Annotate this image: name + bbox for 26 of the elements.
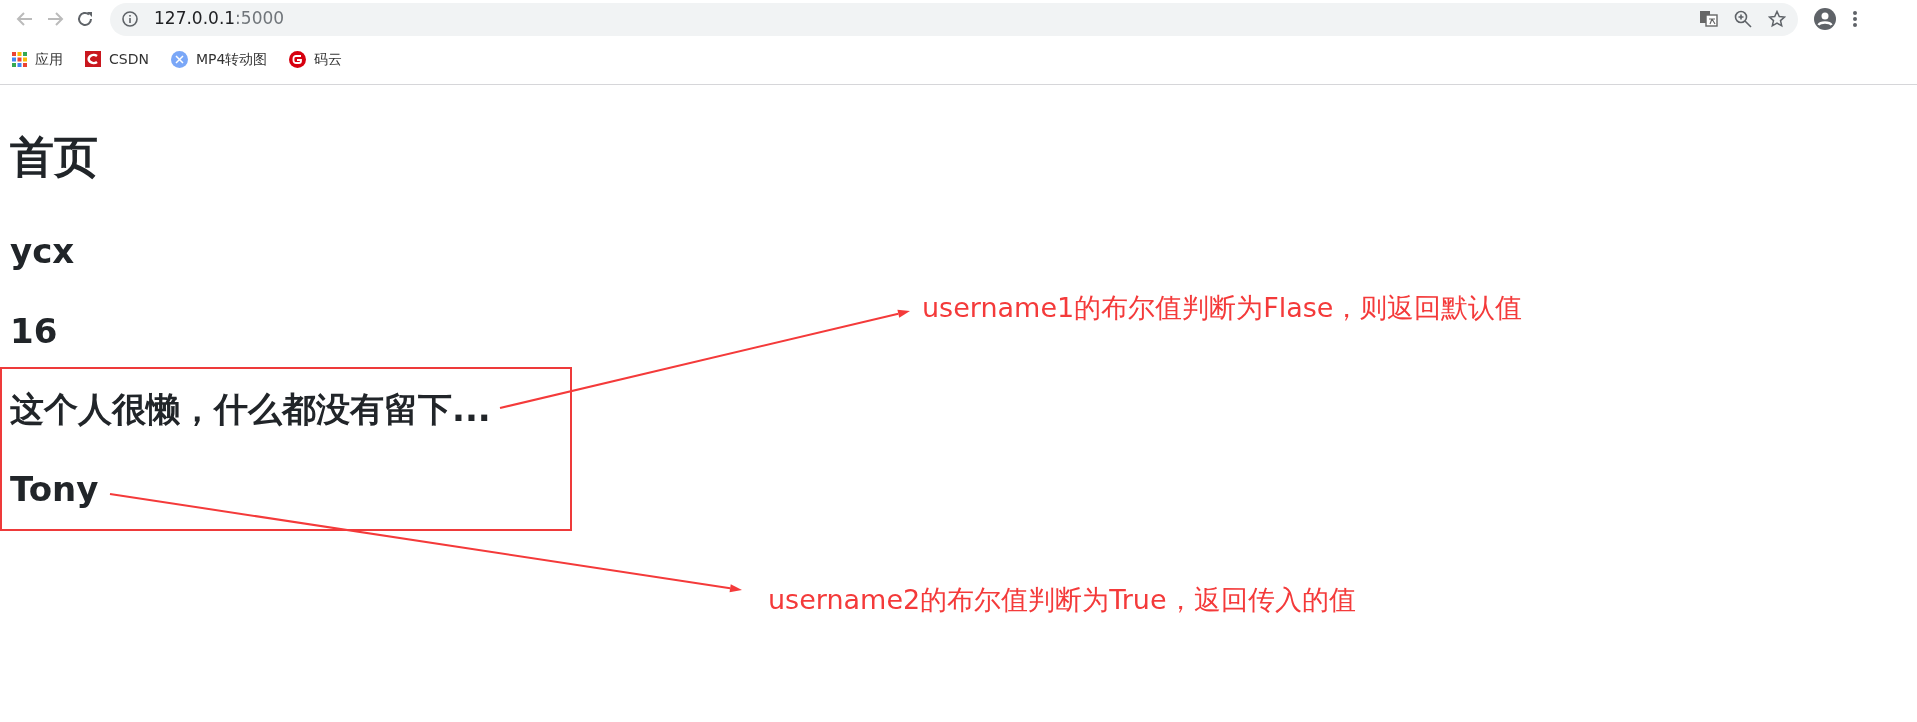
page-heading: ycx	[10, 230, 75, 273]
url-port-text: :5000	[235, 7, 285, 31]
reload-icon	[76, 10, 94, 28]
page-heading: Tony	[10, 468, 99, 511]
url-text: 127.0.0.1	[154, 7, 236, 31]
forward-arrow-icon	[46, 10, 64, 28]
avatar-icon[interactable]	[1814, 8, 1836, 30]
info-icon	[122, 11, 138, 27]
address-bar[interactable]: 127.0.0.1:5000	[110, 2, 1798, 36]
bookmark-item[interactable]: 应用	[12, 48, 63, 70]
page-heading: 这个人很懒，什么都没有留下...	[10, 388, 491, 431]
bookmark-item[interactable]: CSDN	[85, 48, 149, 70]
g-logo-icon	[289, 50, 307, 68]
c-logo-icon	[85, 51, 101, 67]
zoom-icon[interactable]	[1734, 10, 1752, 28]
page-title: 首页	[10, 130, 98, 184]
back-arrow-icon	[16, 10, 34, 28]
apps-grid-icon	[12, 51, 27, 67]
menu-icon[interactable]	[1852, 10, 1858, 28]
bookmark-item[interactable]: 码云	[289, 48, 343, 70]
page-heading: 16	[10, 310, 58, 353]
annotation-text: username1的布尔值判断为Flase，则返回默认值	[922, 292, 1523, 325]
annotation-text: username2的布尔值判断为True，返回传入的值	[768, 584, 1356, 617]
translate-icon[interactable]	[1700, 11, 1718, 27]
bookmark-item[interactable]: MP4转动图	[170, 48, 268, 70]
star-icon[interactable]	[1768, 10, 1786, 28]
